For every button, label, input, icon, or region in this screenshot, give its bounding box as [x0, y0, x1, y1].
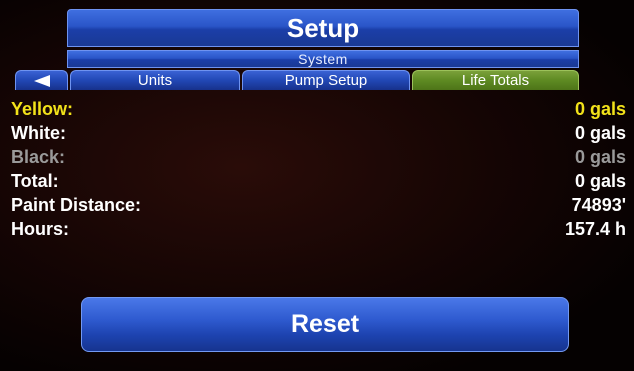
total-label: Yellow: [11, 99, 74, 119]
total-row-yellow: Yellow: 0 gals [0, 96, 634, 120]
section-subtitle: System [67, 50, 579, 68]
total-value: 0 gals [574, 123, 626, 143]
total-row-paint-distance: Paint Distance: 74893' [0, 192, 634, 216]
reset-button[interactable]: Reset [81, 297, 569, 352]
total-label: Hours: [11, 219, 69, 239]
total-label: Total: [11, 171, 59, 191]
page-title: Setup [67, 9, 579, 47]
back-arrow-icon [33, 74, 50, 87]
tab-units[interactable]: Units [70, 70, 240, 90]
total-row-white: White: 0 gals [0, 120, 634, 144]
totals-list: Yellow: 0 gals White: 0 gals Black: 0 ga… [0, 96, 634, 240]
life-totals-screen: Setup System Units Pump Setup Life Total… [0, 0, 634, 371]
total-value: 0 gals [574, 147, 626, 167]
back-button[interactable] [15, 70, 68, 90]
total-label: Paint Distance: [11, 195, 142, 215]
total-label: Black: [11, 147, 66, 167]
total-row-total: Total: 0 gals [0, 168, 634, 192]
total-value: 157.4 h [564, 219, 626, 239]
total-value: 0 gals [574, 99, 626, 119]
total-row-black: Black: 0 gals [0, 144, 634, 168]
total-label: White: [11, 123, 66, 143]
tab-pump-setup[interactable]: Pump Setup [242, 70, 410, 90]
total-value: 0 gals [574, 171, 626, 191]
total-row-hours: Hours: 157.4 h [0, 216, 634, 240]
total-value: 74893' [571, 195, 626, 215]
tab-life-totals[interactable]: Life Totals [412, 70, 579, 90]
